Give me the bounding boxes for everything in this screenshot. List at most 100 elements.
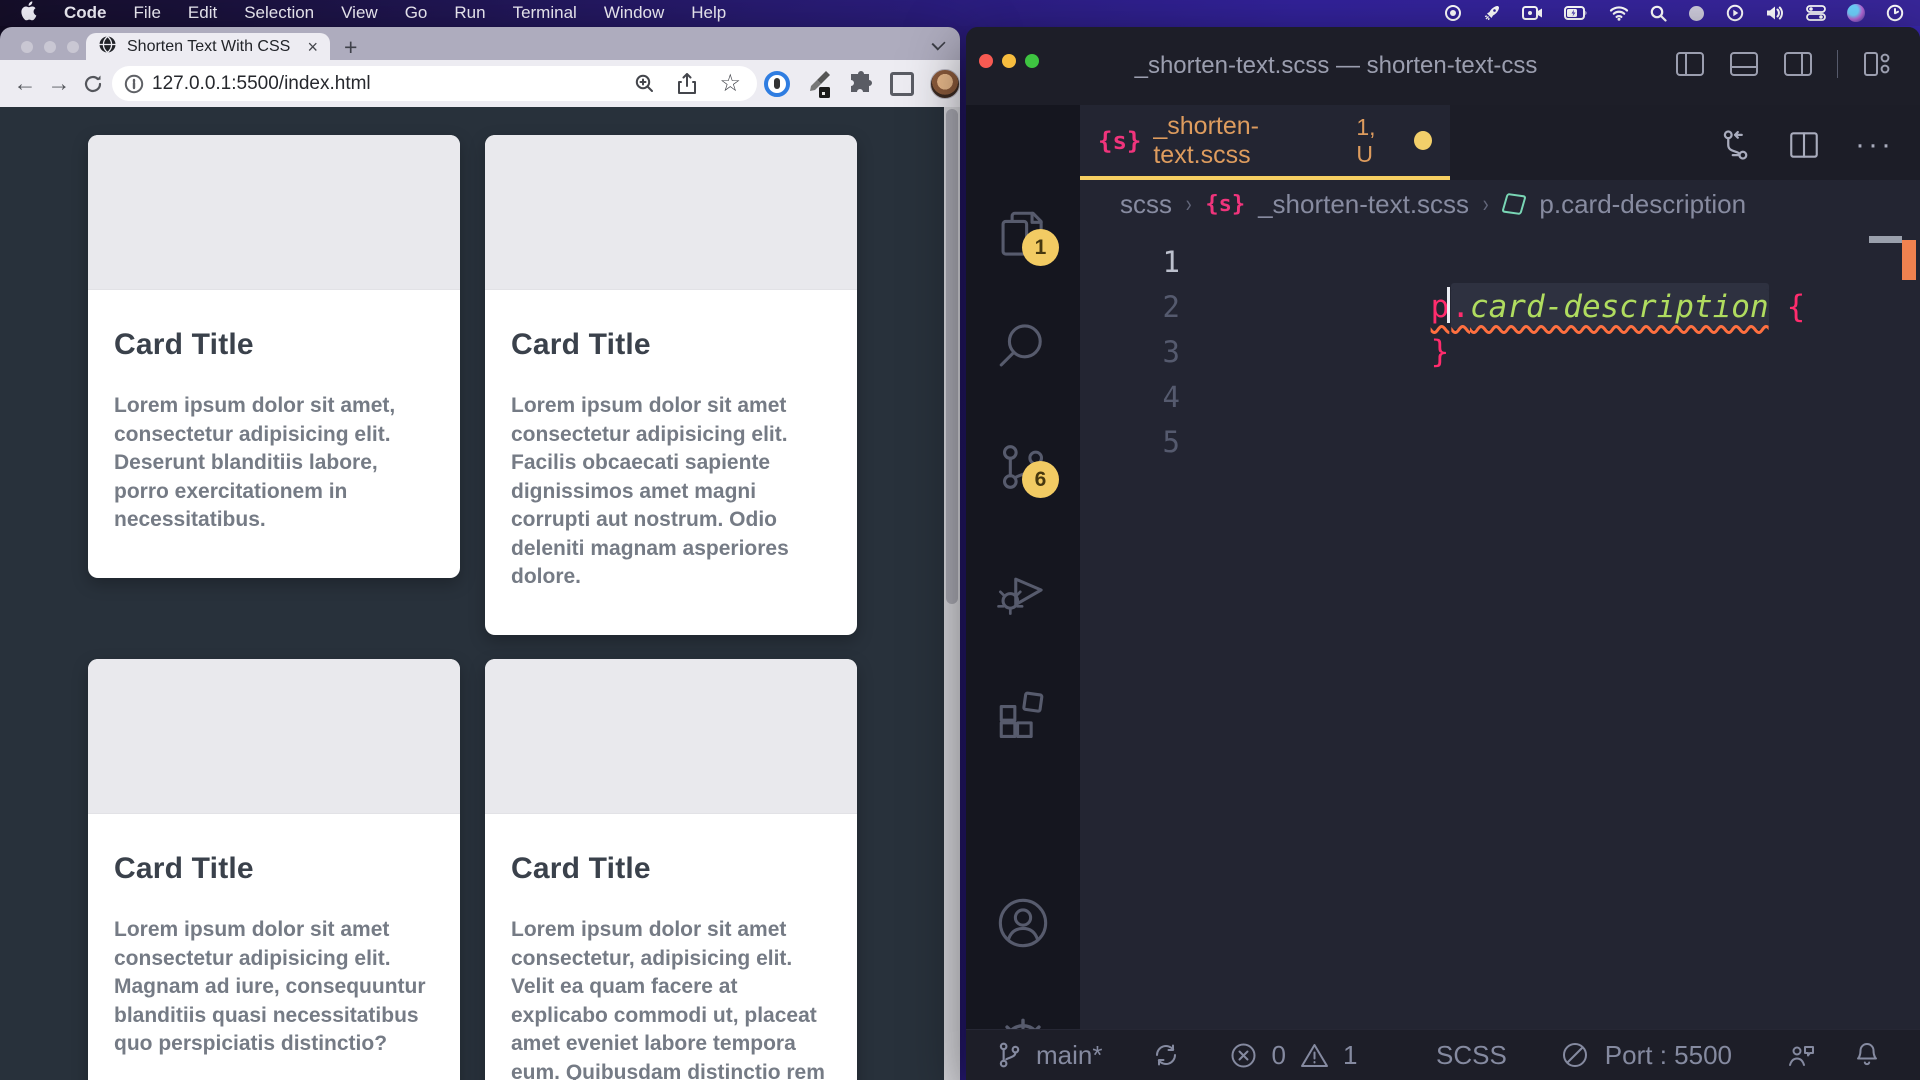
menu-item-go[interactable]: Go [405, 3, 428, 23]
code-editor[interactable]: 1 2 3 4 5 p.card-description{ } [1080, 228, 1920, 1029]
browser-tab[interactable]: Shorten Text With CSS × [86, 33, 330, 60]
scss-file-icon: {s} [1205, 192, 1245, 217]
errors-count[interactable]: 0 [1271, 1040, 1285, 1071]
wifi-icon[interactable] [1609, 5, 1629, 21]
code-line-2[interactable]: } [1244, 285, 1449, 330]
menu-item-app[interactable]: Code [64, 3, 107, 23]
menu-item-edit[interactable]: Edit [188, 3, 217, 23]
search-icon[interactable] [994, 316, 1052, 374]
clock-icon[interactable] [1886, 4, 1904, 22]
notifications-bell-icon[interactable] [1854, 1041, 1880, 1069]
eyedropper-extension-icon[interactable] [806, 69, 832, 99]
window-minimize-button[interactable] [44, 41, 56, 53]
symbol-selector-icon [1502, 193, 1527, 215]
unsaved-changes-dot[interactable] [1414, 131, 1432, 150]
language-mode[interactable]: SCSS [1436, 1040, 1507, 1071]
menu-item-file[interactable]: File [134, 3, 161, 23]
warnings-count[interactable]: 1 [1343, 1040, 1357, 1071]
code-line-1[interactable]: p.card-description{ [1244, 240, 1805, 285]
menu-item-window[interactable]: Window [604, 3, 664, 23]
tab-git-decoration: 1, U [1356, 114, 1396, 168]
more-actions-icon[interactable]: ··· [1855, 128, 1894, 162]
breadcrumb-symbol[interactable]: p.card-description [1539, 189, 1746, 220]
sidebar-toggle-icon[interactable] [890, 72, 914, 96]
vscode-window: _shorten-text.scss — shorten-text-css 1 … [966, 27, 1920, 1080]
warnings-icon[interactable] [1300, 1042, 1329, 1069]
zoom-page-icon[interactable] [634, 73, 655, 94]
window-zoom-button[interactable] [67, 41, 79, 53]
port-label[interactable]: Port : 5500 [1605, 1040, 1732, 1071]
menu-item-view[interactable]: View [341, 3, 378, 23]
toggle-primary-sidebar-icon[interactable] [1675, 49, 1705, 79]
record-icon[interactable] [1444, 4, 1462, 22]
errors-icon[interactable] [1230, 1042, 1257, 1069]
menu-item-run[interactable]: Run [454, 3, 485, 23]
git-branch-label[interactable]: main* [1036, 1040, 1102, 1071]
control-center-icon[interactable] [1806, 5, 1826, 21]
overview-ruler-warning-mark[interactable] [1902, 240, 1916, 280]
forward-button[interactable]: → [42, 70, 76, 97]
menu-item-terminal[interactable]: Terminal [513, 3, 577, 23]
screen-record-icon[interactable] [1522, 5, 1543, 21]
tab-search-chevron-icon[interactable] [931, 36, 945, 50]
run-debug-icon[interactable] [994, 561, 1052, 619]
search-icon[interactable] [1650, 5, 1667, 22]
card: Card Title Lorem ipsum dolor sit amet, c… [88, 135, 460, 578]
editor-area: {s} _shorten-text.scss 1, U ··· scss › {… [1080, 105, 1920, 1029]
extensions-icon[interactable] [994, 683, 1052, 741]
card-description: Lorem ipsum dolor sit amet consectetur a… [114, 916, 434, 1059]
rocket-icon[interactable] [1483, 4, 1501, 22]
breadcrumb-file[interactable]: _shorten-text.scss [1258, 189, 1469, 220]
sync-icon[interactable] [1152, 1041, 1180, 1069]
back-button[interactable]: ← [8, 70, 42, 97]
breadcrumb-folder[interactable]: scss [1120, 189, 1172, 220]
line-number: 2 [1080, 285, 1180, 330]
line-number: 3 [1080, 330, 1180, 375]
feedback-icon[interactable] [1786, 1041, 1816, 1069]
tab-close-icon[interactable]: × [307, 38, 318, 56]
battery-icon[interactable] [1564, 6, 1588, 20]
card-image-placeholder [485, 135, 857, 290]
window-close-button[interactable] [21, 41, 33, 53]
site-info-icon[interactable] [124, 74, 144, 94]
selector-class-token: card-description [1470, 289, 1769, 325]
breadcrumb-separator-icon: › [1186, 190, 1192, 219]
breadcrumbs: scss › {s} _shorten-text.scss › p.card-d… [1080, 180, 1920, 228]
new-tab-button[interactable]: + [344, 34, 357, 61]
play-circle-icon[interactable] [1726, 4, 1744, 22]
accounts-icon[interactable] [994, 894, 1052, 952]
card-image-placeholder [88, 135, 460, 290]
menu-item-selection[interactable]: Selection [244, 3, 314, 23]
password-manager-extension-icon[interactable] [764, 71, 790, 97]
editor-tab-active[interactable]: {s} _shorten-text.scss 1, U [1080, 105, 1450, 180]
tab-title: Shorten Text With CSS [127, 38, 297, 56]
address-bar[interactable]: 127.0.0.1:5500/index.html ☆ [112, 66, 757, 101]
customize-layout-icon[interactable] [1862, 49, 1892, 79]
card-image-placeholder [485, 659, 857, 814]
window-title: _shorten-text.scss — shorten-text-css [966, 52, 1706, 80]
profile-avatar[interactable] [930, 69, 960, 99]
extensions-puzzle-icon[interactable] [848, 71, 874, 97]
url-text[interactable]: 127.0.0.1:5500/index.html [152, 73, 634, 95]
line-number: 4 [1080, 375, 1180, 420]
share-icon[interactable] [677, 73, 697, 95]
display-dot-icon[interactable] [1688, 5, 1705, 22]
toggle-secondary-sidebar-icon[interactable] [1783, 49, 1813, 79]
bookmark-star-icon[interactable]: ☆ [719, 69, 741, 98]
card-title: Card Title [114, 328, 434, 362]
page-scrollbar[interactable] [944, 107, 960, 1080]
git-branch-icon[interactable] [996, 1040, 1022, 1070]
reload-button[interactable] [76, 73, 110, 95]
browser-window: Shorten Text With CSS × + ← → 127.0.0.1:… [0, 27, 960, 1080]
open-changes-icon[interactable] [1717, 127, 1753, 163]
volume-icon[interactable] [1765, 5, 1785, 21]
apple-menu-icon[interactable] [20, 1, 37, 26]
split-editor-icon[interactable] [1787, 128, 1821, 162]
menu-item-help[interactable]: Help [691, 3, 726, 23]
scrollbar-thumb[interactable] [946, 109, 958, 604]
browser-toolbar: ← → 127.0.0.1:5500/index.html ☆ ⋮ [0, 60, 960, 107]
toggle-panel-icon[interactable] [1729, 49, 1759, 79]
vscode-title-bar: _shorten-text.scss — shorten-text-css [966, 27, 1920, 105]
siri-icon[interactable] [1847, 4, 1865, 22]
editor-tab-row: {s} _shorten-text.scss 1, U ··· [1080, 105, 1920, 180]
